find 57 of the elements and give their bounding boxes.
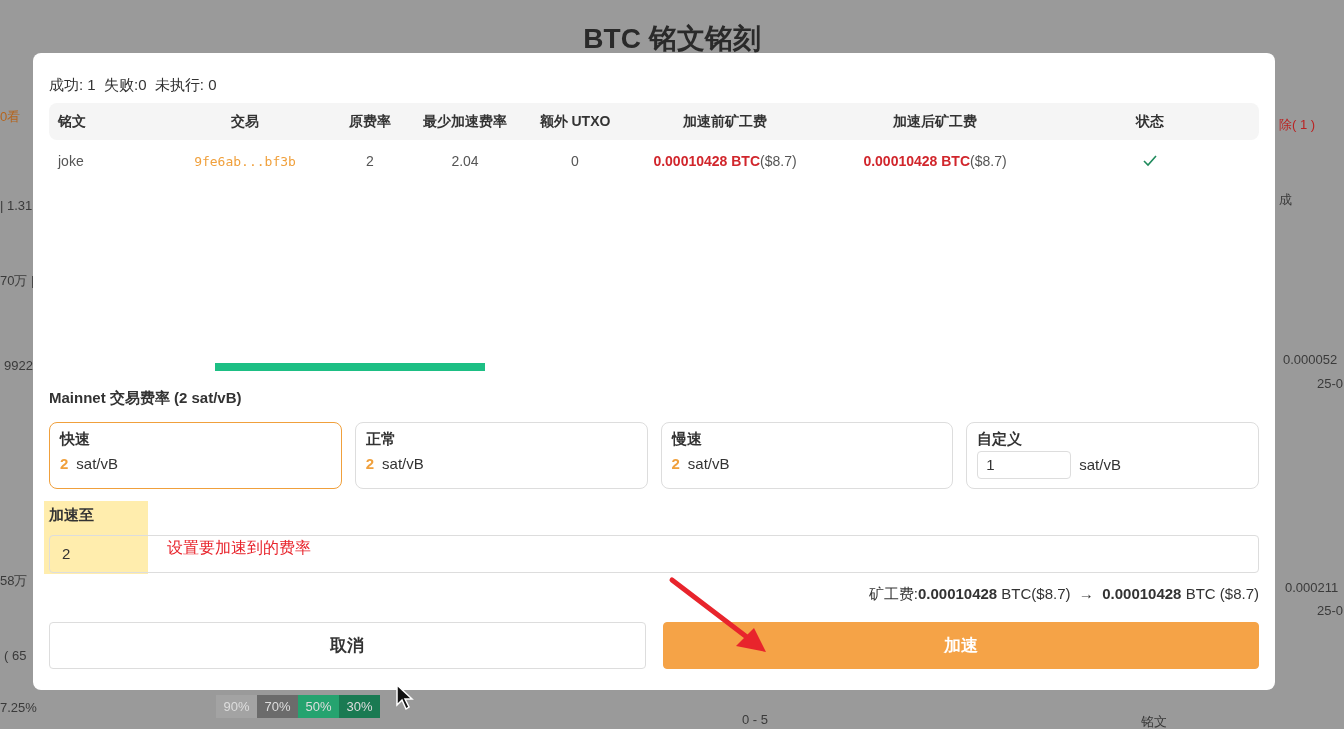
column-header: 额外 UTXO (538, 112, 612, 131)
column-header: 交易 (230, 112, 260, 131)
field-label: 加速至 (49, 504, 94, 525)
option-label: 正常 (365, 428, 397, 449)
fee-amount: 0.00010428 BTC($8.7) (653, 152, 797, 169)
column-header: 最少加速费率 (422, 112, 508, 131)
background-text: 7.25% (0, 699, 37, 717)
background-text: ( 65 (4, 647, 27, 665)
legend-chip: 90% (216, 695, 257, 718)
rate-value: 2 (365, 453, 375, 474)
column-header: 加速后矿工费 (892, 112, 978, 131)
fee-option-card[interactable]: 快速 2 sat/vB (49, 421, 342, 489)
table-cell-text: 2 (365, 151, 375, 171)
page-title: BTC 铭文铭刻 (583, 23, 761, 54)
option-label: 慢速 (671, 428, 703, 449)
unit-label: sat/vB (76, 453, 119, 474)
background-text: 成 (1279, 191, 1292, 209)
fee-summary: 矿工费:0.00010428 BTC($8.7) → 0.00010428 BTC ($8.7) (868, 583, 1259, 604)
unit-label: sat/vB (1079, 455, 1121, 476)
custom-rate-input[interactable]: 1 (977, 450, 1072, 479)
legend-chip: 70% (257, 695, 298, 718)
scrollbar-thumb[interactable] (215, 363, 485, 371)
background-text: 9922 (4, 357, 33, 375)
background-text: 70万 | (0, 272, 35, 290)
cancel-button[interactable]: 取消 (49, 622, 646, 669)
unit-label: sat/vB (687, 453, 730, 474)
column-header: 状态 (1134, 112, 1165, 131)
background-text: 0.000211 (1285, 579, 1339, 597)
table-cell-text: 2.04 (450, 151, 480, 171)
column-header: 铭文 (56, 112, 87, 131)
background-text: 除( 1 ) (1279, 116, 1316, 134)
background-text: 铭文 (1141, 713, 1167, 729)
section-title: Mainnet 交易费率 (2 sat/vB) (49, 388, 243, 408)
status-summary: 成功: 1 失败:0 未执行: 0 (49, 75, 218, 95)
background-text: 0看 (0, 108, 21, 126)
background-text: 25-0 (1317, 602, 1344, 620)
legend-chip: 30% (339, 695, 380, 718)
unit-label: sat/vB (382, 453, 424, 474)
background-text: 25-0 (1317, 375, 1344, 393)
annotation-text: 设置要加速到的费率 (167, 537, 311, 558)
background-text: 58万 (0, 572, 28, 590)
fee-option-card[interactable]: 自定义 1 sat/vB (966, 421, 1259, 489)
option-label: 快速 (60, 428, 91, 449)
fee-option-card[interactable]: 正常 2 sat/vB (354, 421, 648, 489)
fee-option-card[interactable]: 慢速 2 sat/vB (660, 421, 954, 489)
rate-value: 2 (671, 453, 680, 474)
background-text: 0.000052 (1283, 351, 1338, 369)
legend-chip: 50% (298, 695, 339, 718)
option-label: 自定义 (977, 428, 1024, 449)
column-header: 原费率 (348, 112, 392, 131)
table-cell-text: 0 (570, 151, 580, 171)
fee-amount: 0.00010428 BTC($8.7) (863, 152, 1007, 169)
table-cell-text: joke (56, 151, 85, 171)
background-text: 0 - 5 (742, 711, 768, 729)
column-header: 加速前矿工费 (682, 112, 768, 131)
background-text: | 1.31 (0, 197, 33, 215)
rate-value: 2 (60, 453, 69, 474)
